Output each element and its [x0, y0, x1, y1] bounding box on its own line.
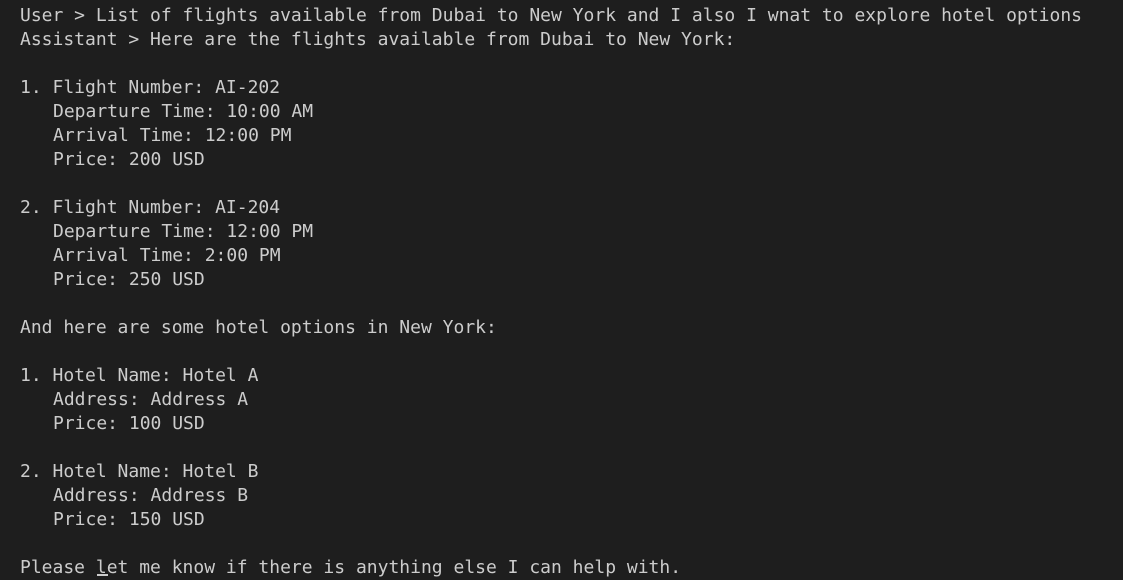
terminal-output[interactable]: User > List of flights available from Du…: [0, 0, 1123, 580]
flight-number: 2. Flight Number: AI-204: [20, 197, 281, 218]
flight-departure: Departure Time: 12:00 PM: [53, 221, 314, 242]
hotel-name: 1. Hotel Name: Hotel A: [20, 365, 259, 386]
hotel-name: 2. Hotel Name: Hotel B: [20, 461, 259, 482]
hotel-address: Address: Address B: [53, 485, 249, 506]
hotel-item: 1. Hotel Name: Hotel A Address: Address …: [20, 364, 1123, 436]
assistant-message: Assistant > Here are the flights availab…: [20, 29, 736, 50]
hotel-price: Price: 100 USD: [53, 413, 205, 434]
hotel-price: Price: 150 USD: [53, 509, 205, 530]
flight-item: 1. Flight Number: AI-202 Departure Time:…: [20, 76, 1123, 172]
user-message: User > List of flights available from Du…: [20, 5, 1083, 26]
flight-price: Price: 250 USD: [53, 269, 205, 290]
hotels-intro: And here are some hotel options in New Y…: [20, 317, 497, 338]
text-cursor: [97, 574, 108, 576]
flight-price: Price: 200 USD: [53, 149, 205, 170]
flight-number: 1. Flight Number: AI-202: [20, 77, 281, 98]
flight-item: 2. Flight Number: AI-204 Departure Time:…: [20, 196, 1123, 292]
closing-message: Please let me know if there is anything …: [20, 556, 1123, 580]
closing-text: Please let me know if there is anything …: [20, 557, 682, 578]
hotel-address: Address: Address A: [53, 389, 249, 410]
flight-departure: Departure Time: 10:00 AM: [53, 101, 314, 122]
hotel-item: 2. Hotel Name: Hotel B Address: Address …: [20, 460, 1123, 532]
flight-arrival: Arrival Time: 12:00 PM: [53, 125, 292, 146]
flight-arrival: Arrival Time: 2:00 PM: [53, 245, 281, 266]
